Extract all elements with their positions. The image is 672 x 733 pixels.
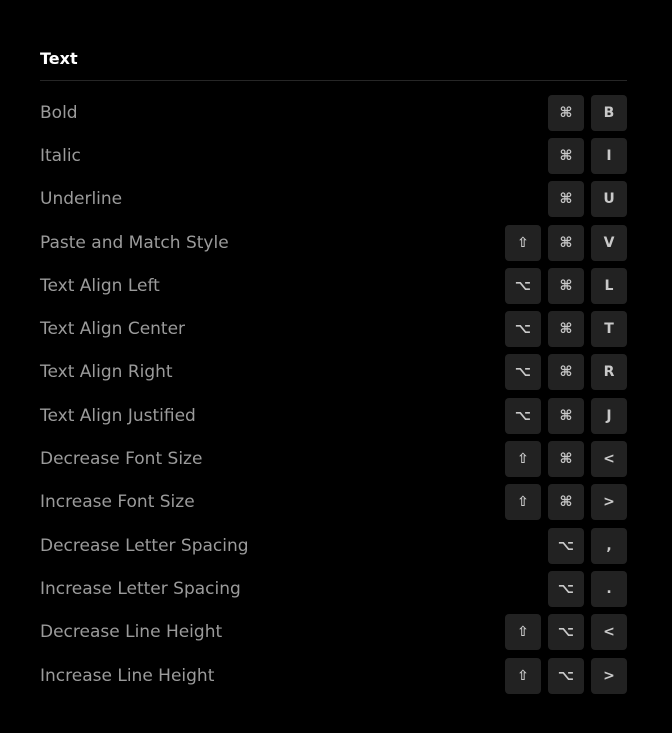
shortcut-keys: ⌥ ⌘ J bbox=[505, 397, 627, 434]
keycap-greater-than: > bbox=[591, 657, 627, 694]
shortcut-label: Increase Line Height bbox=[40, 665, 215, 686]
command-icon: ⌘ bbox=[548, 354, 584, 391]
shortcut-keys: ⌥ ⌘ T bbox=[505, 311, 627, 348]
section-title: Text bbox=[40, 49, 78, 68]
shortcut-row[interactable]: Decrease Letter Spacing ⌥, bbox=[40, 524, 627, 567]
option-icon: ⌥ bbox=[505, 354, 541, 391]
shortcut-keys: ⌥ ⌘ L bbox=[505, 267, 627, 304]
keycap-i: I bbox=[591, 137, 627, 174]
keycap-v: V bbox=[591, 224, 627, 261]
shortcut-row[interactable]: Decrease Line Height ⇧ ⌥ < bbox=[40, 611, 627, 654]
shortcut-label: Increase Letter Spacing bbox=[40, 578, 241, 599]
keycap-l: L bbox=[591, 267, 627, 304]
keycap-j: J bbox=[591, 397, 627, 434]
shortcut-row[interactable]: Text Align Left ⌥ ⌘ L bbox=[40, 264, 627, 307]
keycap-u: U bbox=[591, 181, 627, 218]
shortcut-label: Paste and Match Style bbox=[40, 232, 229, 253]
shortcut-keys: ⌥ ⌘ R bbox=[505, 354, 627, 391]
shortcut-label: Decrease Font Size bbox=[40, 449, 203, 470]
shortcut-keys: ⌘ B bbox=[548, 94, 627, 131]
keycap-b: B bbox=[591, 94, 627, 131]
command-icon: ⌘ bbox=[548, 311, 584, 348]
shortcut-keys: ⇧ ⌘ < bbox=[505, 441, 627, 478]
keycap-r: R bbox=[591, 354, 627, 391]
command-icon: ⌘ bbox=[548, 441, 584, 478]
keycap-comma: , bbox=[591, 527, 627, 564]
option-icon: ⌥ bbox=[505, 311, 541, 348]
option-icon: ⌥ bbox=[505, 397, 541, 434]
command-icon: ⌘ bbox=[548, 137, 584, 174]
shortcuts-panel: Text Bold ⌘ B Italic ⌘ I Underline ⌘ U Paste and … bbox=[40, 46, 627, 697]
command-icon: ⌘ bbox=[548, 94, 584, 131]
keycap-less-than: < bbox=[591, 441, 627, 478]
shortcut-keys: ⌘ I bbox=[548, 137, 627, 174]
keycap-period: . bbox=[591, 570, 627, 607]
shortcut-label: Decrease Line Height bbox=[40, 622, 223, 643]
shortcut-row[interactable]: Increase Letter Spacing ⌥. bbox=[40, 567, 627, 610]
shortcut-label: Text Align Right bbox=[40, 362, 173, 383]
shortcut-label: Decrease Letter Spacing bbox=[40, 535, 249, 556]
command-icon: ⌘ bbox=[548, 267, 584, 304]
shortcut-row[interactable]: Underline ⌘ U bbox=[40, 178, 627, 221]
shortcut-row[interactable]: Text Align Justified ⌥ ⌘ J bbox=[40, 394, 627, 437]
shortcut-keys: ⇧ ⌘ V bbox=[505, 224, 627, 261]
shift-icon: ⇧ bbox=[505, 441, 541, 478]
shortcut-row[interactable]: Bold ⌘ B bbox=[40, 91, 627, 134]
shortcut-keys: ⌥, bbox=[548, 527, 627, 564]
command-icon: ⌘ bbox=[548, 224, 584, 261]
option-icon: ⌥ bbox=[548, 527, 584, 564]
shortcut-label: Increase Font Size bbox=[40, 492, 195, 513]
shortcut-keys: ⇧ ⌘ > bbox=[505, 484, 627, 521]
shift-icon: ⇧ bbox=[505, 484, 541, 521]
command-icon: ⌘ bbox=[548, 181, 584, 218]
shortcut-keys: ⌥. bbox=[548, 570, 627, 607]
shortcut-row[interactable]: Paste and Match Style ⇧ ⌘ V bbox=[40, 221, 627, 264]
section-divider bbox=[40, 80, 627, 81]
shortcut-list: Bold ⌘ B Italic ⌘ I Underline ⌘ U Paste and Match… bbox=[40, 91, 627, 697]
shortcut-row[interactable]: Text Align Right ⌥ ⌘ R bbox=[40, 351, 627, 394]
shortcut-row[interactable]: Italic ⌘ I bbox=[40, 134, 627, 177]
option-icon: ⌥ bbox=[505, 267, 541, 304]
shortcut-label: Text Align Left bbox=[40, 275, 160, 296]
shift-icon: ⇧ bbox=[505, 224, 541, 261]
shortcut-keys: ⇧ ⌥ > bbox=[505, 657, 627, 694]
option-icon: ⌥ bbox=[548, 614, 584, 651]
option-icon: ⌥ bbox=[548, 657, 584, 694]
shortcut-row[interactable]: Increase Font Size ⇧ ⌘ > bbox=[40, 481, 627, 524]
shift-icon: ⇧ bbox=[505, 657, 541, 694]
keycap-greater-than: > bbox=[591, 484, 627, 521]
shortcut-label: Text Align Justified bbox=[40, 405, 196, 426]
shortcut-label: Underline bbox=[40, 189, 123, 210]
shortcut-keys: ⌘ U bbox=[548, 181, 627, 218]
option-icon: ⌥ bbox=[548, 570, 584, 607]
keycap-t: T bbox=[591, 311, 627, 348]
command-icon: ⌘ bbox=[548, 397, 584, 434]
shortcut-keys: ⇧ ⌥ < bbox=[505, 614, 627, 651]
keycap-less-than: < bbox=[591, 614, 627, 651]
shortcut-row[interactable]: Increase Line Height ⇧ ⌥ > bbox=[40, 654, 627, 697]
shortcut-row[interactable]: Decrease Font Size ⇧ ⌘ < bbox=[40, 437, 627, 480]
command-icon: ⌘ bbox=[548, 484, 584, 521]
shortcut-row[interactable]: Text Align Center ⌥ ⌘ T bbox=[40, 307, 627, 350]
shortcut-label: Bold bbox=[40, 102, 78, 123]
shortcut-label: Text Align Center bbox=[40, 319, 186, 340]
shortcut-label: Italic bbox=[40, 145, 81, 166]
shift-icon: ⇧ bbox=[505, 614, 541, 651]
